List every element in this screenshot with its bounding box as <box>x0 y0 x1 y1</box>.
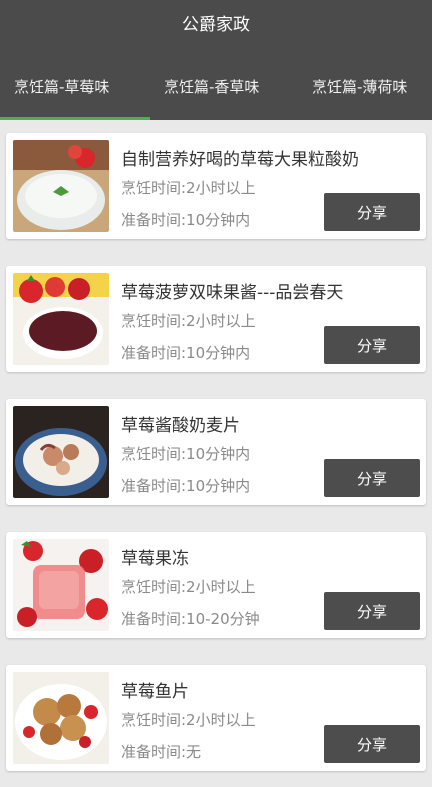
strawberry-fish-image <box>13 672 109 764</box>
cook-time: 烹饪时间:2小时以上 <box>121 312 256 330</box>
yogurt-bowl-image <box>13 140 109 232</box>
share-button[interactable]: 分享 <box>324 326 420 364</box>
recipe-card[interactable]: 草莓果冻 烹饪时间:2小时以上 准备时间:10-20分钟 分享 <box>6 532 426 638</box>
recipe-title: 草莓鱼片 <box>121 682 189 702</box>
share-button[interactable]: 分享 <box>324 193 420 231</box>
recipe-title: 自制营养好喝的草莓大果粒酸奶 <box>121 150 359 170</box>
share-button[interactable]: 分享 <box>324 725 420 763</box>
cook-time: 烹饪时间:2小时以上 <box>121 179 256 197</box>
prep-time: 准备时间:10分钟内 <box>121 211 251 229</box>
recipe-card[interactable]: 草莓菠萝双味果酱---品尝春天 烹饪时间:2小时以上 准备时间:10分钟内 分享 <box>6 266 426 372</box>
strawberry-jam-image <box>13 273 109 365</box>
tab-bar: 烹饪篇-草莓味 烹饪篇-香草味 烹饪篇-薄荷味 <box>0 70 432 120</box>
prep-time: 准备时间:10分钟内 <box>121 477 251 495</box>
recipe-card[interactable]: 草莓鱼片 烹饪时间:2小时以上 准备时间:无 分享 <box>6 665 426 771</box>
cook-time: 烹饪时间:2小时以上 <box>121 578 256 596</box>
yogurt-oats-image <box>13 406 109 498</box>
recipe-title: 草莓果冻 <box>121 549 189 569</box>
tab-vanilla[interactable]: 烹饪篇-香草味 <box>150 70 298 120</box>
tab-mint[interactable]: 烹饪篇-薄荷味 <box>298 70 432 120</box>
prep-time: 准备时间:10分钟内 <box>121 344 251 362</box>
recipe-title: 草莓酱酸奶麦片 <box>121 416 240 436</box>
app-title: 公爵家政 <box>182 15 250 35</box>
tab-strawberry[interactable]: 烹饪篇-草莓味 <box>0 70 150 120</box>
strawberry-jelly-image <box>13 539 109 631</box>
recipe-card[interactable]: 自制营养好喝的草莓大果粒酸奶 烹饪时间:2小时以上 准备时间:10分钟内 分享 <box>6 133 426 239</box>
app-bar: 公爵家政 烹饪篇-草莓味 烹饪篇-香草味 烹饪篇-薄荷味 <box>0 0 432 120</box>
share-button[interactable]: 分享 <box>324 592 420 630</box>
cook-time: 烹饪时间:2小时以上 <box>121 711 256 729</box>
recipe-card[interactable]: 草莓酱酸奶麦片 烹饪时间:10分钟内 准备时间:10分钟内 分享 <box>6 399 426 505</box>
recipe-title: 草莓菠萝双味果酱---品尝春天 <box>121 283 344 303</box>
prep-time: 准备时间:无 <box>121 743 202 761</box>
cook-time: 烹饪时间:10分钟内 <box>121 445 251 463</box>
share-button[interactable]: 分享 <box>324 459 420 497</box>
prep-time: 准备时间:10-20分钟 <box>121 610 260 628</box>
